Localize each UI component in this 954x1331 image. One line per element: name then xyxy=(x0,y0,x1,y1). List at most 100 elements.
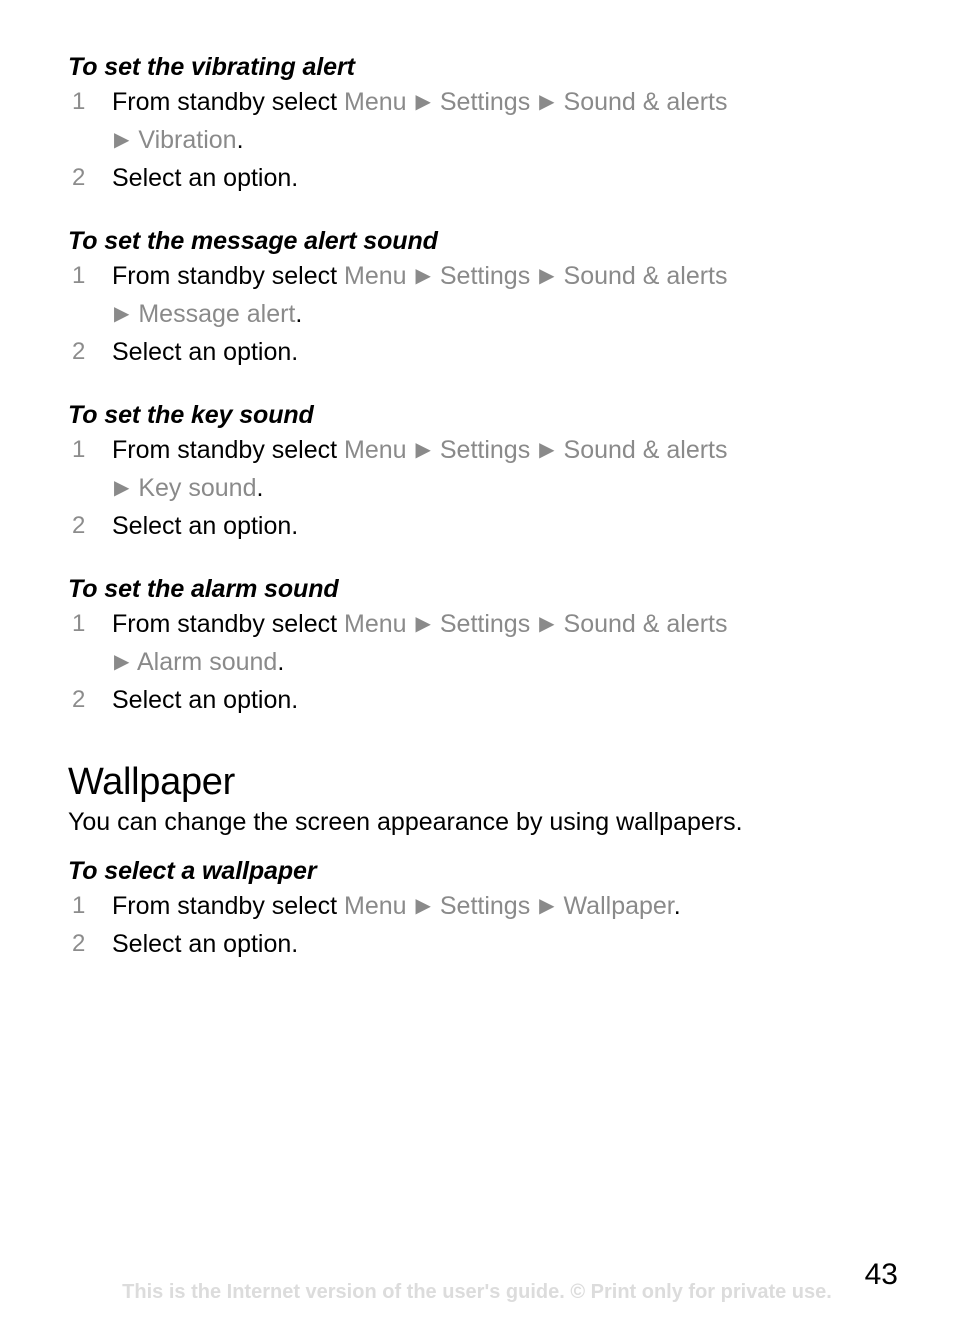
sentence-terminator: . xyxy=(236,126,244,154)
menu-separator-icon: ▶ xyxy=(539,439,555,461)
menu-path-item: Sound & alerts xyxy=(563,262,728,290)
menu-separator-icon: ▶ xyxy=(539,91,555,113)
menu-separator-icon: ▶ xyxy=(415,895,431,917)
step-list: 1 From standby select Menu ▶ Settings ▶ … xyxy=(68,888,898,962)
menu-path-item: Menu xyxy=(344,262,407,290)
menu-separator-icon: ▶ xyxy=(415,265,431,287)
step-text: From standby select Menu ▶ Settings ▶ So… xyxy=(112,606,898,682)
step-number: 2 xyxy=(72,338,86,365)
menu-path-item: Key sound xyxy=(138,474,257,502)
step-text: From standby select Menu ▶ Settings ▶ So… xyxy=(112,84,898,160)
menu-path-item: Menu xyxy=(344,88,407,116)
step-item: 2 Select an option. xyxy=(68,508,898,544)
menu-separator-icon: ▶ xyxy=(415,439,431,461)
step-text: Select an option. xyxy=(112,334,898,370)
step-item: 1 From standby select Menu ▶ Settings ▶ … xyxy=(68,888,898,926)
step-item: 2 Select an option. xyxy=(68,926,898,962)
step-number: 1 xyxy=(72,88,86,115)
menu-path-item: Wallpaper xyxy=(563,892,674,920)
procedure-vibrating-alert: To set the vibrating alert 1 From standb… xyxy=(68,52,898,196)
procedure-key-sound: To set the key sound 1 From standby sele… xyxy=(68,400,898,544)
menu-path-item: Message alert xyxy=(138,300,296,328)
step-lead-text: Select an option. xyxy=(112,686,299,714)
step-lead-text: Select an option. xyxy=(112,164,299,192)
menu-separator-icon: ▶ xyxy=(539,613,555,635)
step-number: 2 xyxy=(72,512,86,539)
manual-page: To set the vibrating alert 1 From standb… xyxy=(0,0,954,1331)
step-text: Select an option. xyxy=(112,682,898,718)
step-continuation-line: ▶ Key sound. xyxy=(112,470,898,508)
menu-separator-icon: ▶ xyxy=(114,129,130,151)
section-intro-text: You can change the screen appearance by … xyxy=(68,808,743,836)
step-list: 1 From standby select Menu ▶ Settings ▶ … xyxy=(68,84,898,196)
menu-path-item: Sound & alerts xyxy=(563,436,728,464)
step-text: From standby select Menu ▶ Settings ▶ Wa… xyxy=(112,888,898,926)
sentence-terminator: . xyxy=(673,892,681,920)
menu-path-item: Sound & alerts xyxy=(563,610,728,638)
step-lead-text: Select an option. xyxy=(112,338,299,366)
step-item: 1 From standby select Menu ▶ Settings ▶ … xyxy=(68,258,898,334)
menu-path-item: Settings xyxy=(439,436,531,464)
menu-path-item: Settings xyxy=(439,610,531,638)
step-item: 2 Select an option. xyxy=(68,682,898,718)
page-footer: This is the Internet version of the user… xyxy=(122,1281,832,1303)
step-text: Select an option. xyxy=(112,508,898,544)
step-number: 1 xyxy=(72,610,86,637)
step-item: 1 From standby select Menu ▶ Settings ▶ … xyxy=(68,432,898,508)
step-lead-text: From standby select xyxy=(112,892,345,920)
menu-path-item: Vibration xyxy=(138,126,237,154)
menu-separator-icon: ▶ xyxy=(114,651,130,673)
sentence-terminator: . xyxy=(277,648,285,676)
page-content: To set the vibrating alert 1 From standb… xyxy=(68,52,898,962)
procedure-heading: To set the vibrating alert xyxy=(68,53,355,81)
step-lead-text: From standby select xyxy=(112,436,345,464)
step-number: 2 xyxy=(72,164,86,191)
procedure-message-alert-sound: To set the message alert sound 1 From st… xyxy=(68,226,898,370)
step-list: 1 From standby select Menu ▶ Settings ▶ … xyxy=(68,606,898,718)
page-title: Wallpaper xyxy=(68,761,235,803)
step-item: 2 Select an option. xyxy=(68,160,898,196)
step-number: 2 xyxy=(72,930,86,957)
section-wallpaper: Wallpaper You can change the screen appe… xyxy=(68,760,898,962)
menu-separator-icon: ▶ xyxy=(415,91,431,113)
step-list: 1 From standby select Menu ▶ Settings ▶ … xyxy=(68,258,898,370)
step-item: 1 From standby select Menu ▶ Settings ▶ … xyxy=(68,84,898,160)
sentence-terminator: . xyxy=(256,474,264,502)
menu-separator-icon: ▶ xyxy=(415,613,431,635)
step-text: From standby select Menu ▶ Settings ▶ So… xyxy=(112,258,898,334)
menu-separator-icon: ▶ xyxy=(114,477,130,499)
menu-path-item: Settings xyxy=(439,88,531,116)
menu-path-item: Menu xyxy=(344,610,407,638)
procedure-heading: To select a wallpaper xyxy=(68,857,317,885)
step-continuation-line: ▶ Vibration. xyxy=(112,122,898,160)
step-text: Select an option. xyxy=(112,926,898,962)
step-number: 1 xyxy=(72,436,86,463)
step-number: 1 xyxy=(72,892,86,919)
step-list: 1 From standby select Menu ▶ Settings ▶ … xyxy=(68,432,898,544)
step-lead-text: From standby select xyxy=(112,610,345,638)
step-text: From standby select Menu ▶ Settings ▶ So… xyxy=(112,432,898,508)
page-number: 43 xyxy=(864,1258,898,1291)
menu-separator-icon: ▶ xyxy=(539,895,555,917)
step-number: 1 xyxy=(72,262,86,289)
menu-path-item: Settings xyxy=(439,892,531,920)
step-item: 1 From standby select Menu ▶ Settings ▶ … xyxy=(68,606,898,682)
menu-path-item: Sound & alerts xyxy=(563,88,728,116)
step-item: 2 Select an option. xyxy=(68,334,898,370)
procedure-alarm-sound: To set the alarm sound 1 From standby se… xyxy=(68,574,898,718)
step-number: 2 xyxy=(72,686,86,713)
step-continuation-line: ▶ Alarm sound. xyxy=(112,644,898,682)
procedure-heading: To set the message alert sound xyxy=(68,227,438,255)
step-lead-text: Select an option. xyxy=(112,512,299,540)
menu-separator-icon: ▶ xyxy=(114,303,130,325)
step-lead-text: Select an option. xyxy=(112,930,299,958)
step-text: Select an option. xyxy=(112,160,898,196)
procedure-heading: To set the key sound xyxy=(68,401,314,429)
menu-path-item: Menu xyxy=(344,436,407,464)
menu-separator-icon: ▶ xyxy=(539,265,555,287)
